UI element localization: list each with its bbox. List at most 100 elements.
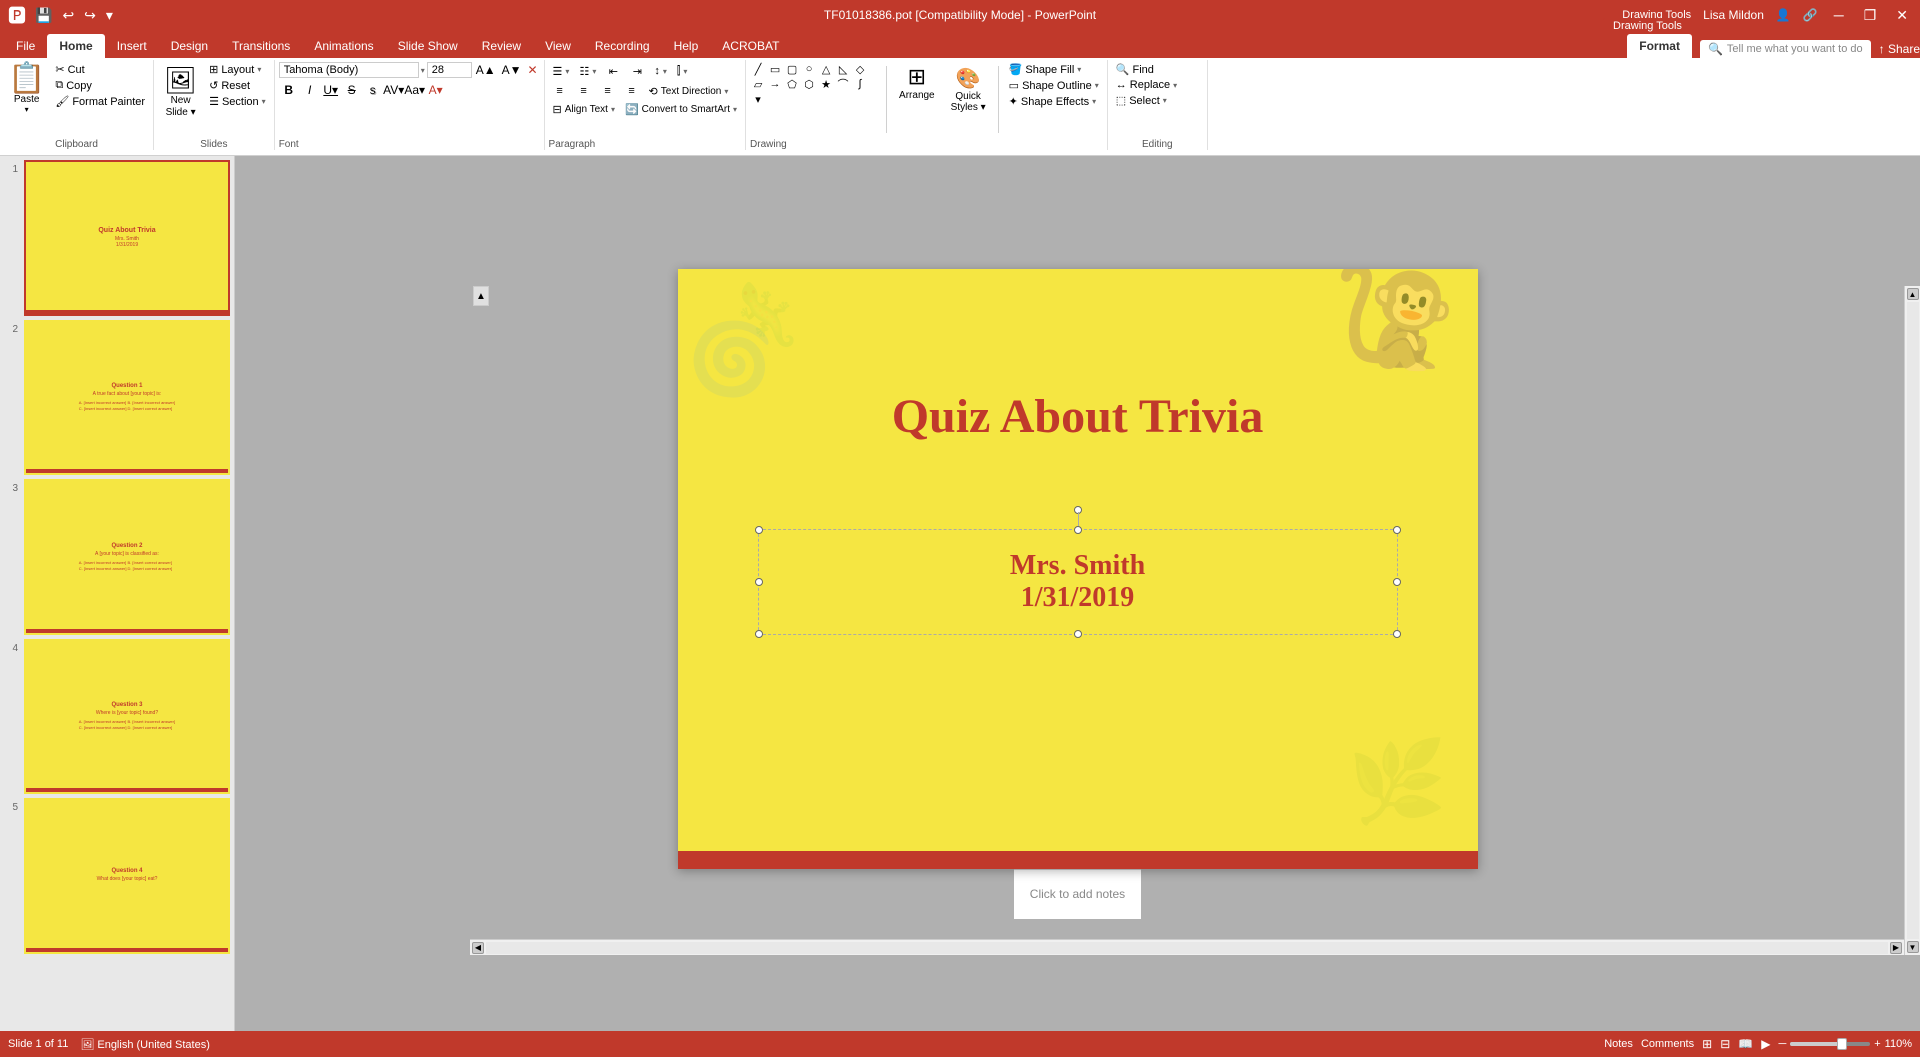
select-button[interactable]: ⬚ Select ▾ [1112,93,1181,108]
shape-curved-icon[interactable]: ⌒ [835,77,851,91]
subtitle-content[interactable]: Mrs. Smith 1/31/2019 [799,550,1357,614]
save-icon[interactable]: 💾 [32,7,55,24]
scroll-down-btn[interactable]: ▼ [1907,941,1919,953]
reset-button[interactable]: ↺ Reset [205,78,270,93]
find-button[interactable]: 🔍 Find [1112,62,1181,77]
restore-button[interactable]: ❐ [1860,7,1881,24]
underline-button[interactable]: U▾ [321,81,341,99]
text-direction-button[interactable]: ⟲ Text Direction ▾ [645,84,733,99]
shape-parallelogram-icon[interactable]: ▱ [750,77,766,91]
convert-smartart-button[interactable]: 🔄 Convert to SmartArt ▾ [621,102,741,117]
bold-button[interactable]: B [279,81,299,99]
notes-status-btn[interactable]: Notes [1604,1038,1633,1050]
scroll-right-btn[interactable]: ▶ [1890,942,1902,954]
tab-transitions[interactable]: Transitions [220,34,302,58]
notes-placeholder[interactable]: Click to add notes [1030,887,1125,901]
view-slide-sorter-btn[interactable]: ⊟ [1720,1037,1730,1051]
replace-button[interactable]: ↔ Replace ▾ [1112,78,1181,92]
shape-freeform-icon[interactable]: ∫ [852,77,868,91]
slide-panel-scroll-up[interactable]: ▲ [473,286,489,306]
handle-bottom-right[interactable] [1393,630,1401,638]
justify-button[interactable]: ≡ [621,82,643,100]
tell-me-text[interactable]: Tell me what you want to do [1727,43,1863,55]
tab-view[interactable]: View [533,34,583,58]
slide-thumb-1[interactable]: 1 Quiz About Trivia Mrs. Smith 1/31/2019 [4,160,230,316]
share-label[interactable]: ↑ Share [1879,42,1920,56]
tab-design[interactable]: Design [159,34,220,58]
italic-button[interactable]: I [300,81,320,99]
align-text-button[interactable]: ⊟ Align Text ▾ [549,102,619,117]
zoom-out-btn[interactable]: ─ [1778,1038,1786,1050]
shape-arrow-icon[interactable]: → [767,77,783,91]
share-icon[interactable]: 🔗 [1803,8,1818,22]
decrease-indent-button[interactable]: ⇤ [602,62,624,80]
slide-thumb-3[interactable]: 3 Question 2 A [your topic] is classifie… [4,479,230,635]
paste-button[interactable]: 📋 Paste ▾ [4,62,49,116]
notes-area[interactable]: Click to add notes [1014,869,1141,919]
handle-top-left[interactable] [755,526,763,534]
quick-styles-button[interactable]: 🎨 QuickStyles ▾ [945,62,992,117]
close-button[interactable]: ✕ [1892,7,1912,24]
layout-button[interactable]: ⊞ Layout ▾ [205,62,270,77]
zoom-handle[interactable] [1837,1038,1847,1050]
customize-qa-icon[interactable]: ▾ [103,7,116,24]
format-painter-button[interactable]: 🖌 Format Painter [51,94,149,109]
font-size-decrease-btn[interactable]: A▼ [500,62,524,78]
scroll-up-btn[interactable]: ▲ [1907,288,1919,300]
slide-subtitle-line2[interactable]: 1/31/2019 [799,582,1357,614]
font-name-arrow[interactable]: ▾ [421,66,425,75]
zoom-level[interactable]: 110% [1885,1038,1912,1050]
font-size-increase-btn[interactable]: A▲ [474,62,498,78]
align-left-button[interactable]: ≡ [549,82,571,100]
horizontal-scrollbar[interactable]: ◀ ▶ [470,939,1904,955]
tab-review[interactable]: Review [470,34,533,58]
clear-format-btn[interactable]: ✕ [525,62,539,78]
shapes-more-icon[interactable]: ▾ [750,92,766,106]
shape-outline-button[interactable]: ▭ Shape Outline ▾ [1005,78,1103,93]
subtitle-selection-box[interactable]: Mrs. Smith 1/31/2019 [758,529,1398,635]
slide-img-4[interactable]: Question 3 Where is [your topic] found? … [24,639,230,795]
spacing-button[interactable]: AV▾ [384,81,404,99]
handle-bottom-center[interactable] [1074,630,1082,638]
font-color-button[interactable]: A▾ [426,81,446,99]
slide-thumb-5[interactable]: 5 Question 4 What does [your topic] eat? [4,798,230,954]
shape-rounded-rect-icon[interactable]: ▢ [784,62,800,76]
shape-line-icon[interactable]: ╱ [750,62,766,76]
tab-recording[interactable]: Recording [583,34,662,58]
tab-slide-show[interactable]: Slide Show [386,34,470,58]
handle-top-right[interactable] [1393,526,1401,534]
font-name-input[interactable] [279,62,419,78]
shape-hexagon-icon[interactable]: ⬡ [801,77,817,91]
tab-file[interactable]: File [4,34,47,58]
slide-thumb-2[interactable]: 2 Question 1 A true fact about [your top… [4,320,230,476]
minimize-button[interactable]: ─ [1830,7,1848,23]
shape-rtriangle-icon[interactable]: ◺ [835,62,851,76]
increase-indent-button[interactable]: ⇥ [626,62,648,80]
comments-status-btn[interactable]: Comments [1641,1038,1694,1050]
view-reading-btn[interactable]: 📖 [1738,1037,1753,1051]
copy-button[interactable]: ⧉ Copy [51,78,149,93]
handle-mid-left[interactable] [755,578,763,586]
tab-acrobat[interactable]: ACROBAT [710,34,791,58]
tab-help[interactable]: Help [662,34,711,58]
line-spacing-button[interactable]: ↕ ▾ [650,64,671,78]
section-button[interactable]: ☰ Section ▾ [205,94,270,109]
slide-subtitle-line1[interactable]: Mrs. Smith [799,550,1357,582]
shape-fill-button[interactable]: 🪣 Shape Fill ▾ [1005,62,1103,77]
tab-animations[interactable]: Animations [302,34,385,58]
align-right-button[interactable]: ≡ [597,82,619,100]
view-normal-btn[interactable]: ⊞ [1702,1037,1712,1051]
bullets-button[interactable]: ☰ ▾ [549,64,574,79]
slide-img-1[interactable]: Quiz About Trivia Mrs. Smith 1/31/2019 [24,160,230,316]
handle-bottom-left[interactable] [755,630,763,638]
slide-img-3[interactable]: Question 2 A [your topic] is classified … [24,479,230,635]
shape-star-icon[interactable]: ★ [818,77,834,91]
slide-title-text[interactable]: Quiz About Trivia [892,390,1264,443]
cut-button[interactable]: ✂ Cut [51,62,149,77]
main-slide[interactable]: 🐒 🌀 🌿 🦎 Quiz About Trivia Mrs. Smith 1/3… [678,269,1478,869]
shape-diamond-icon[interactable]: ◇ [852,62,868,76]
change-case-button[interactable]: Aa▾ [405,81,425,99]
view-slideshow-btn[interactable]: ▶ [1761,1037,1770,1051]
columns-button[interactable]: ⫿ ▾ [673,64,692,79]
scroll-left-btn[interactable]: ◀ [472,942,484,954]
